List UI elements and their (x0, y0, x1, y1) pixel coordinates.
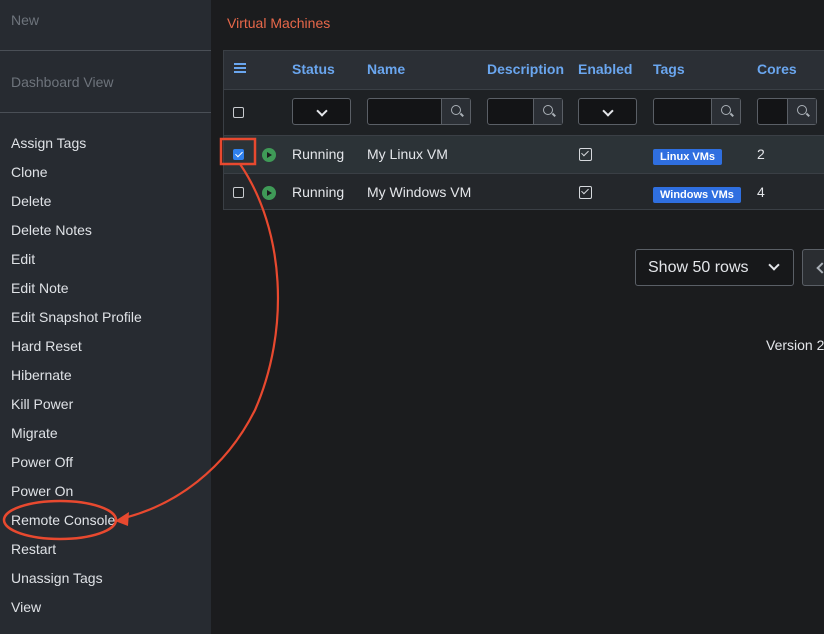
column-header-tags[interactable]: Tags (653, 61, 685, 77)
column-header-description[interactable]: Description (487, 61, 564, 77)
status-filter-select[interactable] (292, 98, 351, 125)
sidebar-item-unassign-tags[interactable]: Unassign Tags (11, 569, 103, 587)
search-button[interactable] (787, 99, 816, 124)
version-label: Version 2 (766, 337, 824, 353)
sidebar-item-edit-note[interactable]: Edit Note (11, 279, 69, 297)
status-cell: Running (292, 146, 345, 162)
name-filter-input[interactable] (367, 98, 471, 125)
sidebar-item-new[interactable]: New (11, 12, 39, 28)
sidebar: New Dashboard View Assign Tags Clone Del… (0, 0, 211, 634)
name-cell: My Windows VM (367, 184, 472, 200)
rows-per-page-select[interactable]: Show 50 rows (635, 249, 794, 286)
sidebar-item-dashboard-view[interactable]: Dashboard View (11, 74, 113, 90)
sidebar-item-delete[interactable]: Delete (11, 192, 51, 210)
enabled-checkbox-icon (579, 186, 592, 199)
column-header-enabled[interactable]: Enabled (578, 61, 632, 77)
search-button[interactable] (441, 99, 470, 124)
vm-grid: Status Name Description Enabled Tags Cor… (223, 50, 824, 210)
chevron-down-icon (768, 259, 780, 271)
play-icon (262, 148, 276, 162)
search-icon (543, 105, 553, 115)
play-icon (262, 186, 276, 200)
search-icon (721, 105, 731, 115)
column-header-cores[interactable]: Cores (757, 61, 797, 77)
sidebar-item-migrate[interactable]: Migrate (11, 424, 58, 442)
filter-row (224, 89, 824, 136)
tag-badge[interactable]: Windows VMs (653, 187, 741, 203)
page-title: Virtual Machines (227, 15, 331, 31)
sidebar-item-hard-reset[interactable]: Hard Reset (11, 337, 82, 355)
table-row[interactable]: Running My Windows VM Windows VMs 4 (224, 173, 824, 209)
cores-filter-input[interactable] (757, 98, 817, 125)
search-button[interactable] (533, 99, 562, 124)
sidebar-item-edit-snapshot-profile[interactable]: Edit Snapshot Profile (11, 308, 142, 326)
grid-header: Status Name Description Enabled Tags Cor… (224, 51, 824, 89)
row-checkbox[interactable] (233, 187, 244, 198)
column-header-status[interactable]: Status (292, 61, 335, 77)
sidebar-item-power-on[interactable]: Power On (11, 482, 73, 500)
sidebar-item-hibernate[interactable]: Hibernate (11, 366, 72, 384)
tags-filter-input[interactable] (653, 98, 741, 125)
sidebar-item-assign-tags[interactable]: Assign Tags (11, 134, 86, 152)
sidebar-item-power-off[interactable]: Power Off (11, 453, 73, 471)
enabled-filter-select[interactable] (578, 98, 637, 125)
name-cell: My Linux VM (367, 146, 448, 162)
sidebar-item-remote-console[interactable]: Remote Console (11, 511, 115, 529)
sidebar-divider (0, 50, 211, 51)
sidebar-item-kill-power[interactable]: Kill Power (11, 395, 73, 413)
cores-cell: 2 (757, 146, 765, 162)
sidebar-item-edit[interactable]: Edit (11, 250, 35, 268)
chevron-down-icon (602, 105, 614, 117)
enabled-checkbox-icon (579, 148, 592, 161)
rows-per-page-label: Show 50 rows (648, 259, 749, 276)
search-icon (797, 105, 807, 115)
sidebar-item-view[interactable]: View (11, 598, 41, 616)
tag-badge[interactable]: Linux VMs (653, 149, 723, 165)
search-button[interactable] (711, 99, 740, 124)
sidebar-item-restart[interactable]: Restart (11, 540, 56, 558)
previous-page-button[interactable] (802, 249, 824, 286)
sidebar-item-clone[interactable]: Clone (11, 163, 48, 181)
chevron-down-icon (316, 105, 328, 117)
row-checkbox[interactable] (233, 149, 244, 160)
status-cell: Running (292, 184, 345, 200)
sidebar-divider (0, 112, 211, 113)
description-filter-input[interactable] (487, 98, 563, 125)
sidebar-item-delete-notes[interactable]: Delete Notes (11, 221, 92, 239)
table-row[interactable]: Running My Linux VM Linux VMs 2 (224, 135, 824, 174)
search-icon (451, 105, 461, 115)
cores-cell: 4 (757, 184, 765, 200)
menu-icon[interactable] (234, 63, 246, 75)
column-header-name[interactable]: Name (367, 61, 405, 77)
select-all-checkbox[interactable] (233, 107, 244, 118)
